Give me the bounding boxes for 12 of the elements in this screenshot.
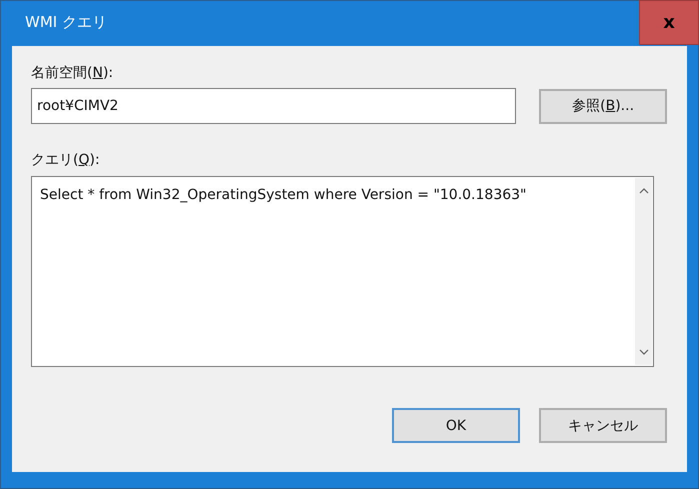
query-field[interactable]: Select * from Win32_OperatingSystem where Version = "10.0.18363" xyxy=(31,176,654,367)
window-title: WMI クエリ xyxy=(25,13,107,32)
namespace-label: 名前空間(N): xyxy=(31,64,114,82)
dialog-button[interactable]: キャンセル xyxy=(539,408,667,443)
vertical-scrollbar[interactable] xyxy=(635,178,652,365)
scroll-down-icon[interactable] xyxy=(638,349,648,355)
query-label: クエリ(Q): xyxy=(31,151,101,169)
close-button[interactable]: x xyxy=(639,0,699,45)
dialog-button[interactable]: OK xyxy=(392,408,520,443)
browse-button[interactable]: 参照(B)... xyxy=(539,88,667,124)
scroll-up-icon[interactable] xyxy=(638,188,648,194)
namespace-field[interactable]: root¥CIMV2 xyxy=(31,88,516,124)
